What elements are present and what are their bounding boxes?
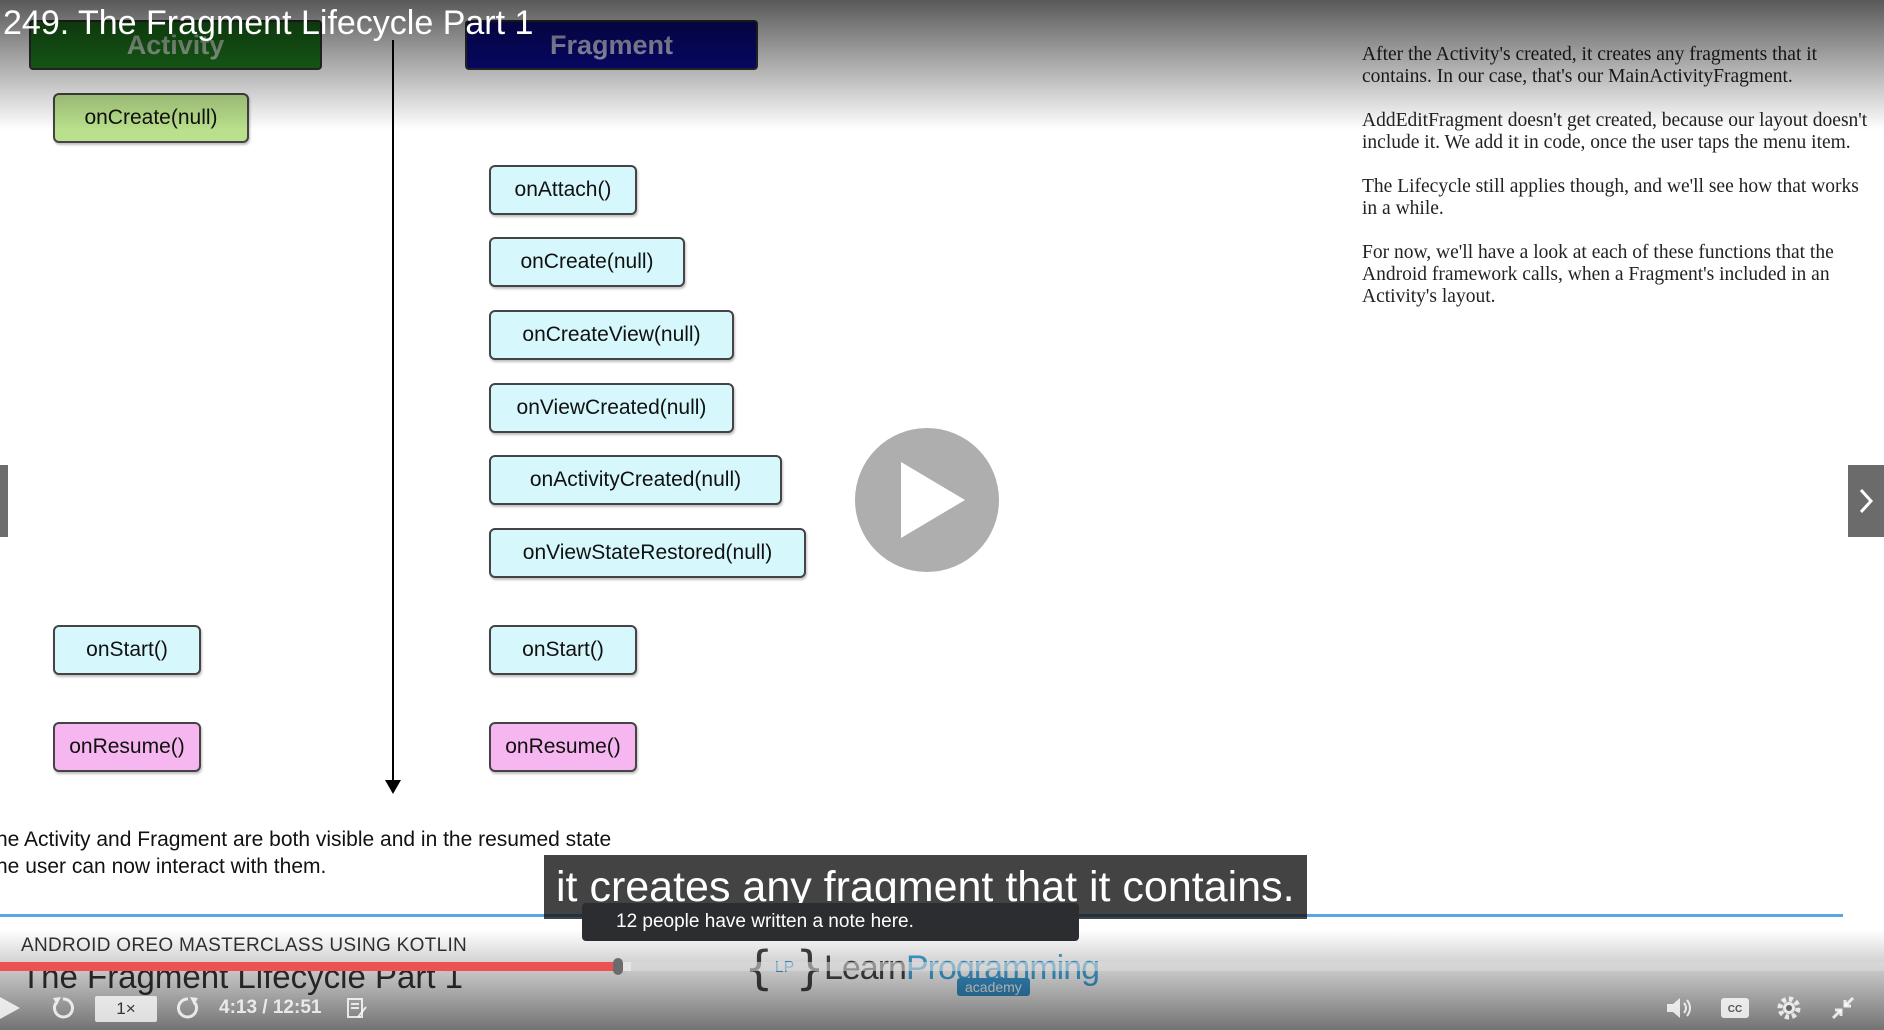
play-icon — [901, 462, 965, 538]
video-player[interactable]: Activity Fragment onCreate(null) onStart… — [0, 0, 1884, 1030]
big-play-button[interactable] — [855, 428, 999, 572]
fragment-onresume-box: onResume() — [489, 722, 637, 772]
time-display: 4:13 / 12:51 — [219, 997, 322, 1018]
fragment-oncreateview-box: onCreateView(null) — [489, 310, 734, 360]
timeline-arrow-icon — [385, 780, 401, 794]
previous-lecture-button[interactable] — [0, 465, 8, 537]
course-name: ANDROID OREO MASTERCLASS USING KOTLIN — [21, 935, 468, 956]
slide-bottom-line: he Activity and Fragment are both visibl… — [0, 828, 612, 851]
activity-oncreate-box: onCreate(null) — [53, 93, 249, 143]
notes-icon — [347, 998, 367, 1018]
slide-note-paragraph: The Lifecycle still applies though, and … — [1362, 176, 1859, 219]
slide-note-paragraph: For now, we'll have a look at each of th… — [1362, 242, 1834, 307]
volume-icon — [1667, 998, 1691, 1018]
playback-speed-button[interactable]: 1× — [95, 996, 157, 1022]
video-title: 249. The Fragment Lifecycle Part 1 — [3, 4, 534, 42]
activity-onresume-box: onResume() — [53, 722, 201, 772]
activity-onstart-box: onStart() — [53, 625, 201, 675]
timeline-line — [392, 40, 394, 780]
slide-notes: After the Activity's created, it creates… — [1362, 44, 1877, 330]
slide-bottom-text: he Activity and Fragment are both visibl… — [0, 826, 611, 880]
slide-note-paragraph: AddEditFragment doesn't get created, bec… — [1362, 110, 1868, 153]
next-lecture-button[interactable] — [1848, 465, 1884, 537]
svg-text:CC: CC — [1728, 1004, 1742, 1015]
fragment-onviewcreated-box: onViewCreated(null) — [489, 383, 734, 433]
fragment-onviewstaterestored-box: onViewStateRestored(null) — [489, 528, 806, 578]
settings-button[interactable] — [1775, 988, 1807, 1028]
rewind-icon — [53, 997, 74, 1019]
notes-tooltip: 12 people have written a note here. — [582, 903, 1079, 941]
add-note-button[interactable] — [346, 988, 372, 1028]
fragment-onactivitycreated-box: onActivityCreated(null) — [489, 455, 782, 505]
progress-played — [0, 962, 619, 971]
rewind-button[interactable] — [50, 988, 78, 1028]
slide-bottom-line: he user can now interact with them. — [0, 855, 327, 878]
progress-scrubber-handle[interactable] — [613, 958, 624, 975]
play-button[interactable] — [0, 988, 22, 1028]
fragment-oncreate-box: onCreate(null) — [489, 237, 685, 287]
control-bar: 1× 4:13 / 12:51 CC — [0, 988, 1884, 1028]
fragment-onattach-box: onAttach() — [489, 165, 637, 215]
slide-note-paragraph: After the Activity's created, it creates… — [1362, 44, 1818, 87]
captions-button[interactable]: CC — [1720, 988, 1752, 1028]
fragment-onstart-box: onStart() — [489, 625, 637, 675]
gear-icon — [1777, 996, 1801, 1020]
exit-fullscreen-icon — [1831, 996, 1855, 1020]
captions-icon: CC — [1721, 998, 1749, 1018]
play-icon — [0, 997, 20, 1019]
fullscreen-button[interactable] — [1830, 988, 1862, 1028]
progress-bar[interactable] — [0, 958, 1884, 975]
forward-icon — [177, 997, 198, 1019]
volume-button[interactable] — [1665, 988, 1697, 1028]
forward-button[interactable] — [175, 988, 203, 1028]
chevron-right-icon — [1859, 488, 1874, 514]
